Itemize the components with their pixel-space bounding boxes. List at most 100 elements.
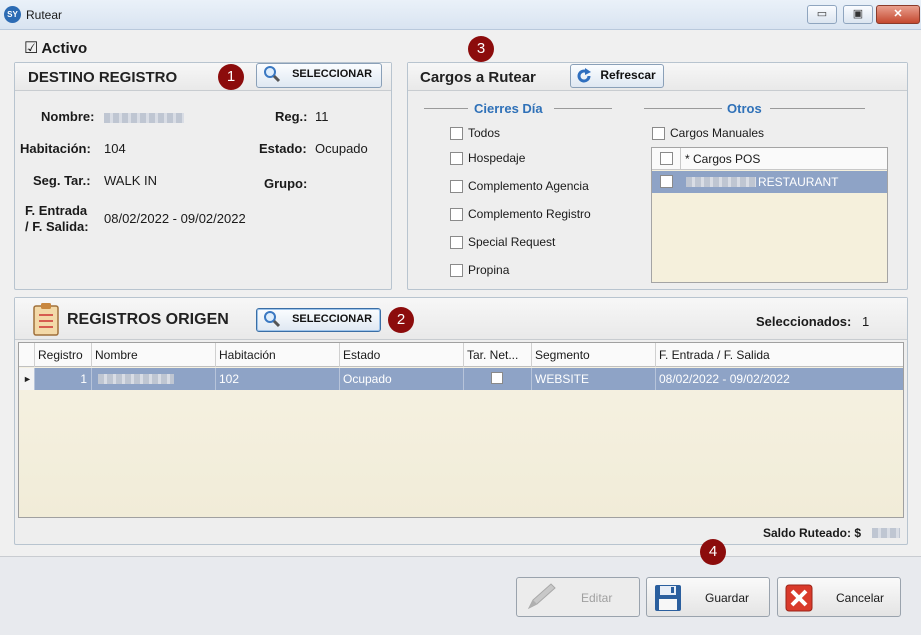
cell-nombre — [92, 368, 216, 390]
otros-line-left — [644, 108, 722, 109]
cierre-label: Todos — [468, 126, 501, 140]
pos-row-label: * Cargos POS — [685, 152, 761, 166]
seg-tar-value: WALK IN — [104, 173, 157, 188]
clipboard-icon — [33, 303, 59, 336]
habitacion-label: Habitación: — [20, 141, 91, 156]
col-nombre[interactable]: Nombre — [92, 343, 216, 367]
checkbox[interactable] — [652, 127, 665, 141]
title-bar: SY Rutear ▭ ▣ ✕ — [0, 0, 921, 30]
close-button[interactable]: ✕ — [876, 5, 920, 24]
cierre-label: Hospedaje — [468, 151, 526, 165]
checkbox[interactable] — [660, 175, 673, 188]
habitacion-value: 104 — [104, 141, 126, 156]
refrescar-button[interactable]: Refrescar — [570, 64, 664, 88]
nombre-redacted — [104, 113, 184, 123]
list-item[interactable]: RESTAURANT — [652, 171, 887, 193]
destino-select-button[interactable]: SELECCIONAR — [256, 63, 382, 88]
col-estado[interactable]: Estado — [340, 343, 464, 367]
table-row[interactable]: ► 1 102 Ocupado WEBSITE 08/02/2022 - 09/… — [19, 368, 903, 390]
col-tar-net[interactable]: Tar. Net... — [464, 343, 532, 367]
step-badge-2: 2 — [388, 307, 414, 333]
activo-checkbox[interactable]: ☑ Activo — [24, 38, 87, 58]
cargos-manuales[interactable]: Cargos Manuales — [652, 126, 764, 141]
cell-estado: Ocupado — [340, 368, 464, 390]
cancel-x-icon — [785, 584, 813, 612]
refresh-icon — [577, 67, 591, 83]
cierre-hospedaje[interactable]: Hospedaje — [450, 151, 526, 166]
cierre-propina[interactable]: Propina — [450, 263, 509, 278]
activo-label: Activo — [41, 40, 88, 57]
pos-list: * Cargos POS RESTAURANT — [651, 147, 888, 283]
fechas-label-line1: F. Entrada — [25, 203, 88, 218]
checkbox[interactable] — [450, 208, 463, 222]
cierres-header: Cierres Día — [474, 101, 543, 116]
checkbox[interactable] — [450, 180, 463, 194]
checkbox[interactable] — [450, 236, 463, 250]
cierre-special-request[interactable]: Special Request — [450, 235, 556, 250]
cancelar-label: Cancelar — [836, 591, 885, 605]
cierre-label: Complemento Agencia — [468, 179, 589, 193]
reg-label: Reg.: — [275, 109, 308, 124]
col-registro[interactable]: Registro — [35, 343, 92, 367]
cierres-line-left — [424, 108, 468, 109]
checkbox[interactable] — [450, 127, 463, 141]
guardar-label: Guardar — [705, 591, 750, 605]
origen-select-button[interactable]: SELECCIONAR — [256, 308, 381, 332]
cell-tar-net — [464, 368, 532, 390]
cell-registro: 1 — [35, 368, 92, 390]
nombre-label: Nombre: — [41, 109, 95, 124]
minimize-button[interactable]: ▭ — [807, 5, 837, 24]
guardar-button[interactable]: Guardar — [646, 577, 770, 617]
checkbox[interactable] — [660, 152, 673, 165]
grid-header: Registro Nombre Habitación Estado Tar. N… — [19, 343, 903, 367]
origen-title: REGISTROS ORIGEN — [67, 311, 229, 328]
pos-row-label: RESTAURANT — [758, 175, 839, 189]
destino-title: DESTINO REGISTRO — [28, 69, 178, 86]
editar-button[interactable]: Editar — [516, 577, 640, 617]
nombre-redacted — [98, 374, 174, 384]
fechas-label-line2: / F. Salida: — [25, 219, 89, 234]
seleccionados-label: Seleccionados: — [756, 314, 852, 329]
cierre-complemento-registro[interactable]: Complemento Registro — [450, 207, 591, 222]
window-title: Rutear — [26, 8, 63, 22]
origen-select-label: SELECCIONAR — [292, 313, 373, 325]
maximize-button[interactable]: ▣ — [843, 5, 873, 24]
pos-redacted — [686, 177, 756, 187]
app-icon: SY — [4, 6, 21, 23]
pencil-icon — [527, 583, 556, 610]
cancelar-button[interactable]: Cancelar — [777, 577, 901, 617]
fechas-value: 08/02/2022 - 09/02/2022 — [104, 211, 246, 226]
cierres-line-right — [554, 108, 612, 109]
seg-tar-label: Seg. Tar.: — [33, 173, 91, 188]
col-habitacion[interactable]: Habitación — [216, 343, 340, 367]
cell-segmento: WEBSITE — [532, 368, 656, 390]
destino-select-label: SELECCIONAR — [292, 68, 373, 80]
cierre-todos[interactable]: Todos — [450, 126, 501, 141]
estado-value: Ocupado — [315, 141, 368, 156]
cierre-complemento-agencia[interactable]: Complemento Agencia — [450, 179, 589, 194]
grupo-label: Grupo: — [264, 176, 308, 191]
check-icon: ☑ — [24, 40, 39, 57]
cierre-label: Complemento Registro — [468, 207, 591, 221]
search-icon — [264, 311, 281, 328]
col-segmento[interactable]: Segmento — [532, 343, 656, 367]
refrescar-label: Refrescar — [600, 68, 656, 82]
otros-header: Otros — [727, 101, 762, 116]
checkbox[interactable] — [450, 264, 463, 278]
saldo-label: Saldo Ruteado: $ — [763, 526, 862, 540]
cierre-label: Special Request — [468, 235, 556, 249]
otros-line-right — [770, 108, 865, 109]
row-header-spacer — [19, 343, 35, 367]
reg-value: 11 — [315, 109, 329, 124]
step-badge-4: 4 — [700, 539, 726, 565]
saldo-redacted — [872, 528, 900, 538]
step-badge-1: 1 — [218, 64, 244, 90]
col-fechas[interactable]: F. Entrada / F. Salida — [656, 343, 903, 367]
checkbox[interactable] — [450, 152, 463, 166]
origen-grid: Registro Nombre Habitación Estado Tar. N… — [18, 342, 904, 518]
row-pointer-icon: ► — [19, 368, 35, 390]
step-badge-3: 3 — [468, 36, 494, 62]
tar-net-checkbox[interactable] — [491, 372, 503, 384]
list-item[interactable]: * Cargos POS — [652, 148, 887, 170]
estado-label: Estado: — [259, 141, 307, 156]
